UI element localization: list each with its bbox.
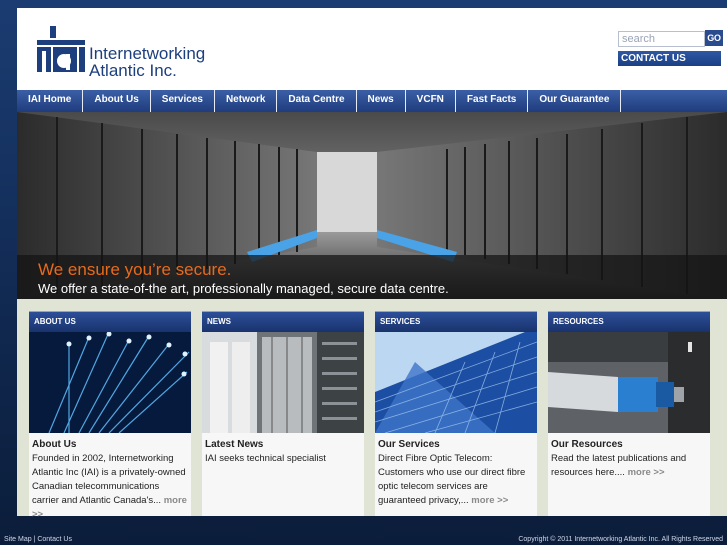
nav-item-about-us[interactable]: About Us — [83, 90, 151, 112]
main-nav: IAI Home About Us Services Network Data … — [17, 90, 727, 112]
panel-header[interactable]: ABOUT US — [29, 311, 191, 332]
panel-text[interactable]: IAI seeks technical specialist — [205, 452, 361, 466]
glass-building-image[interactable] — [375, 332, 537, 433]
nav-item-iai-home[interactable]: IAI Home — [17, 90, 84, 112]
iai-logo-icon[interactable] — [33, 26, 85, 72]
news-panel: NEWS Latest News IAI seeks technical spe… — [202, 311, 364, 516]
page-container: Internetworking Atlantic Inc. search GO … — [17, 8, 727, 520]
contact-us-button[interactable]: CONTACT US — [618, 51, 721, 66]
hero-banner: We ensure you’re secure. We offer a stat… — [17, 112, 727, 299]
panel-title[interactable]: Our Resources — [551, 439, 707, 450]
hero-subline: We offer a state-of-the art, professiona… — [38, 281, 449, 296]
nav-item-data-centre[interactable]: Data Centre — [277, 90, 357, 112]
nav-item-news[interactable]: News — [357, 90, 406, 112]
nav-item-our-guarantee[interactable]: Our Guarantee — [528, 90, 622, 112]
copyright: Copyright © 2011 Internetworking Atlanti… — [518, 536, 723, 543]
hero-headline: We ensure you’re secure. — [38, 260, 232, 279]
panel-header[interactable]: SERVICES — [375, 311, 537, 332]
footer: Site Map | Contact Us Copyright © 2011 I… — [0, 534, 727, 545]
resources-panel: RESOURCES Our Resources Read the latest … — [548, 311, 710, 516]
panel-title[interactable]: Latest News — [205, 439, 361, 450]
fiber-optic-image[interactable] — [29, 332, 191, 433]
nav-item-fast-facts[interactable]: Fast Facts — [456, 90, 529, 112]
more-link[interactable]: more >> — [628, 467, 665, 478]
panel-text: Founded in 2002, Internetworking Atlanti… — [32, 453, 187, 520]
nav-item-vcfn[interactable]: VCFN — [406, 90, 456, 112]
panel-title[interactable]: Our Services — [378, 439, 534, 450]
nav-item-services[interactable]: Services — [151, 90, 215, 112]
nav-item-network[interactable]: Network — [215, 90, 278, 112]
network-cable-image[interactable] — [548, 332, 710, 433]
server-room-image[interactable] — [202, 332, 364, 433]
more-link[interactable]: more >> — [471, 495, 508, 506]
panel-header[interactable]: RESOURCES — [548, 311, 710, 332]
company-name[interactable]: Internetworking Atlantic Inc. — [89, 45, 205, 79]
footer-links[interactable]: Site Map | Contact Us — [4, 534, 72, 545]
about-us-panel: ABOUT US About Us Founded in 2002, Inter… — [29, 311, 191, 520]
panel-header[interactable]: NEWS — [202, 311, 364, 332]
brand-line-1: Internetworking — [89, 44, 206, 63]
panel-text: Direct Fibre Optic Telecom: Customers wh… — [378, 453, 526, 506]
search-input[interactable]: search — [618, 31, 705, 47]
panel-title[interactable]: About Us — [32, 439, 188, 450]
services-panel: SERVICES Our Services Direct Fibre Optic… — [375, 311, 537, 516]
brand-line-2: Atlantic Inc. — [89, 61, 177, 80]
panel-text: Read the latest publications and resourc… — [551, 453, 687, 478]
content-area: ABOUT US About Us Founded in 2002, Inter… — [17, 299, 727, 520]
search-go-button[interactable]: GO — [705, 30, 723, 46]
